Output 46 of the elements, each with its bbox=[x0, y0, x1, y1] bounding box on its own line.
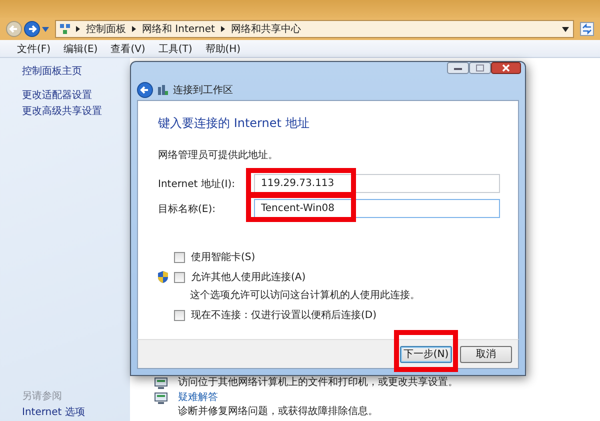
instruction-text: 网络管理员可提供此地址。 bbox=[158, 148, 279, 162]
section-title: 另请参阅 bbox=[22, 391, 63, 403]
minimize-icon[interactable] bbox=[447, 62, 469, 74]
sidebar-link[interactable]: Internet 选项 bbox=[22, 407, 130, 419]
sidebar-link[interactable]: 控制面板主页 bbox=[22, 66, 130, 78]
breadcrumb-item[interactable]: 网络和共享中心 bbox=[230, 22, 301, 36]
menu-item[interactable]: 工具(T) bbox=[153, 40, 198, 56]
checkbox-label: 现在不连接：仅进行设置以便稍后连接(D) bbox=[191, 308, 377, 322]
menu-item[interactable]: 编辑(E) bbox=[58, 40, 103, 56]
breadcrumb-item[interactable]: 网络和 Internet bbox=[142, 22, 215, 36]
menu-item[interactable]: 帮助(H) bbox=[200, 40, 246, 56]
checkbox-label: 使用智能卡(S) bbox=[191, 250, 256, 264]
network-icon bbox=[158, 85, 168, 95]
chevron-icon bbox=[132, 26, 136, 32]
option-note: 这个选项允许可以访问这台计算机的人使用此连接。 bbox=[190, 288, 421, 302]
task-description: 访问位于其他网络计算机上的文件和打印机，或更改共享设置。 bbox=[178, 377, 458, 389]
maximize-icon[interactable] bbox=[469, 62, 491, 74]
address-bar[interactable]: 控制面板 网络和 Internet 网络和共享中心 bbox=[55, 20, 574, 38]
chevron-icon bbox=[76, 26, 80, 32]
chevron-icon bbox=[220, 26, 225, 32]
input-field[interactable]: Tencent-Win08 bbox=[254, 199, 500, 218]
menu-item[interactable]: 查看(V) bbox=[106, 40, 150, 56]
forward-icon[interactable] bbox=[24, 21, 40, 37]
menu-item[interactable]: 文件(F) bbox=[12, 40, 56, 56]
refresh-icon[interactable] bbox=[580, 22, 594, 36]
dialog-button[interactable]: 取消 bbox=[460, 346, 512, 362]
network-icon bbox=[60, 24, 70, 34]
sidebar-link[interactable]: 更改高级共享设置 bbox=[22, 106, 130, 118]
checkbox-label: 允许其他人使用此连接(A) bbox=[191, 270, 306, 284]
computer-icon bbox=[154, 392, 168, 404]
dropdown-icon[interactable] bbox=[562, 26, 569, 32]
dialog-button[interactable]: 下一步(N) bbox=[400, 346, 452, 362]
input-field[interactable]: 119.29.73.113 bbox=[254, 174, 500, 193]
dialog-heading: 键入要连接的 Internet 地址 bbox=[158, 115, 310, 132]
sidebar-link[interactable]: 更改适配器设置 bbox=[22, 90, 130, 102]
close-icon[interactable] bbox=[491, 62, 521, 74]
dialog-title: 连接到工作区 bbox=[173, 84, 233, 97]
task-description: 诊断并修复网络问题，或获得故障排除信息。 bbox=[178, 406, 378, 418]
breadcrumb-item[interactable]: 控制面板 bbox=[86, 22, 126, 36]
checkbox[interactable] bbox=[174, 310, 185, 320]
checkbox[interactable] bbox=[174, 272, 185, 282]
field-label: 目标名称(E): bbox=[158, 202, 216, 216]
task-link[interactable]: 疑难解答 bbox=[178, 392, 378, 404]
back-icon[interactable] bbox=[137, 82, 153, 98]
checkbox[interactable] bbox=[174, 252, 185, 262]
field-label: Internet 地址(I): bbox=[158, 178, 236, 190]
